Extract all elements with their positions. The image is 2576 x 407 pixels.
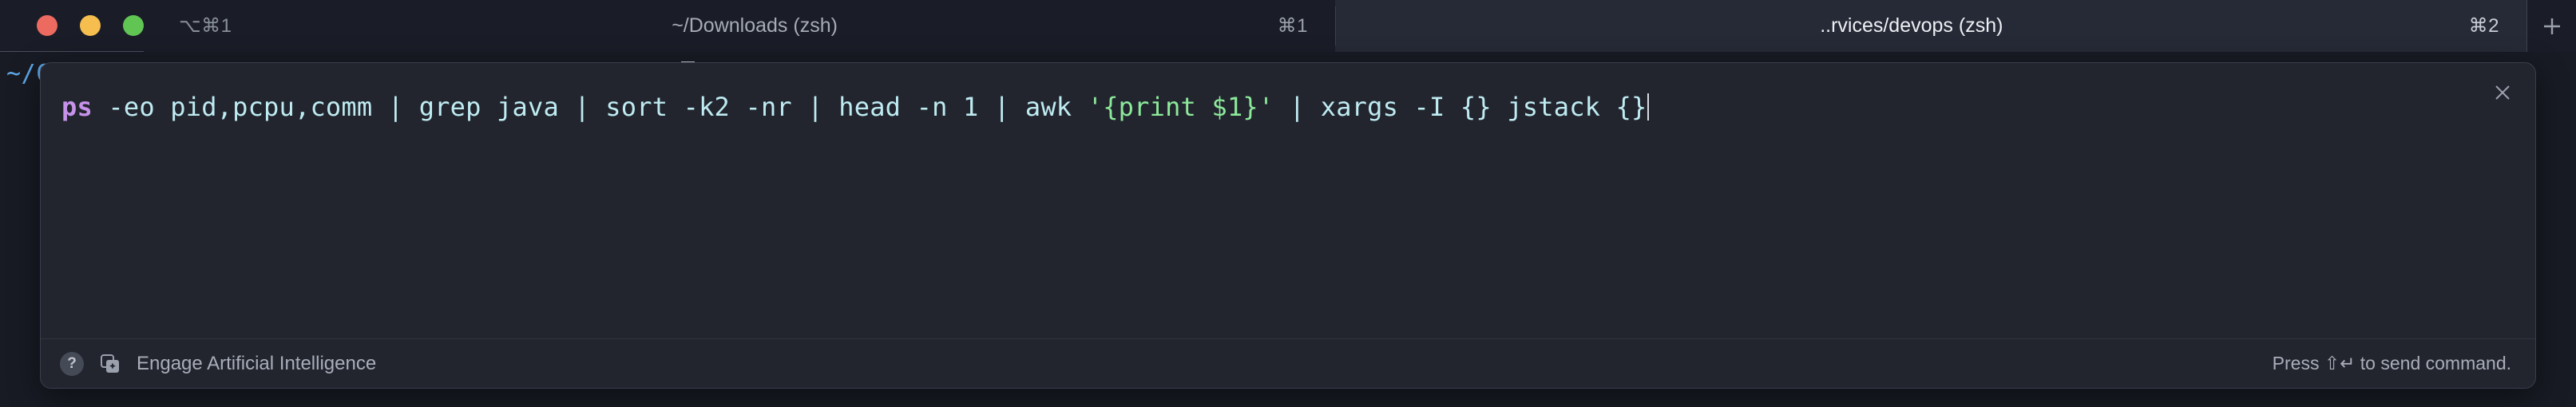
text-caret [1647,93,1649,121]
ai-action-label[interactable]: Engage Artificial Intelligence [137,353,376,375]
minimize-window-button[interactable] [80,15,101,36]
tab-devops[interactable]: ..rvices/devops (zsh) ⌘2 [1335,0,2526,52]
close-icon [2492,82,2513,103]
tab-shortcut-devops: ⌘2 [2468,15,2499,37]
tab-bar: ⌥⌘1 ~/Downloads (zsh) ⌘1 ..rvices/devops… [0,0,2576,52]
command-token-string: '{print $1}' [1087,92,1274,122]
overlay-footer: ? Engage Artificial Intelligence Press ⇧… [41,338,2535,388]
tab-title-devops: ..rvices/devops (zsh) [1820,14,2003,37]
maximize-window-button[interactable] [123,15,144,36]
command-input-area[interactable]: ps -eo pid,pcpu,comm | grep java | sort … [41,63,2535,338]
window-controls [0,0,144,51]
tab-shortcut-downloads: ⌘1 [1277,15,1308,37]
command-token-args2: | xargs -I {} jstack {} [1274,92,1647,122]
tab-divider [1335,6,1336,45]
command-token-args1: -eo pid,pcpu,comm | grep java | sort -k2… [92,92,1088,122]
window-shortcut-label: ⌥⌘1 [179,15,232,37]
command-input-line[interactable]: ps -eo pid,pcpu,comm | grep java | sort … [61,90,2503,124]
terminal-window: ⌥⌘1 ~/Downloads (zsh) ⌘1 ..rvices/devops… [0,0,2576,407]
command-overlay-panel: ps -eo pid,pcpu,comm | grep java | sort … [40,62,2536,389]
send-command-hint: Press ⇧↵ to send command. [2272,353,2511,373]
new-tab-button[interactable] [2526,0,2576,52]
tab-title-downloads: ~/Downloads (zsh) [672,14,838,37]
overlay-close-button[interactable] [2491,81,2515,105]
tab-downloads[interactable]: ⌥⌘1 ~/Downloads (zsh) ⌘1 [144,0,1335,52]
overlay-footer-actions: ? Engage Artificial Intelligence [60,351,376,376]
close-window-button[interactable] [37,15,57,36]
help-icon[interactable]: ? [60,351,84,376]
ai-sparkle-icon[interactable] [98,352,122,376]
command-token-program: ps [61,92,93,122]
plus-icon [2540,14,2564,38]
